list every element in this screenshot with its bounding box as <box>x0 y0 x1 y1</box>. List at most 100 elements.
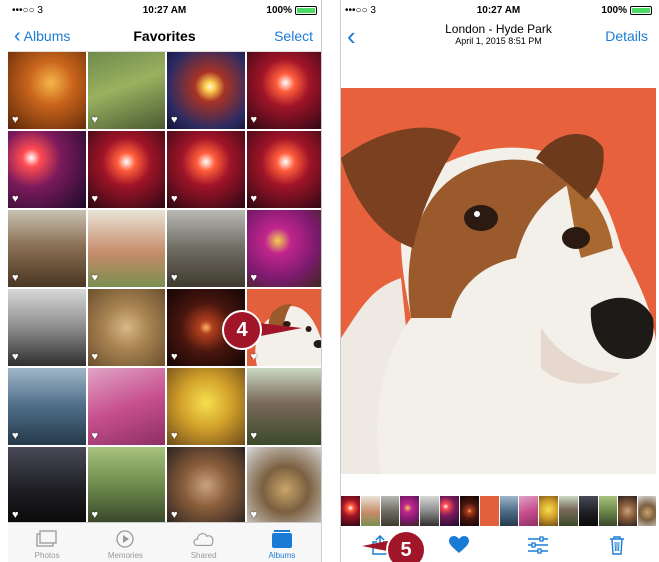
photo-thumbnail[interactable]: ♥ <box>87 289 165 366</box>
delete-button[interactable] <box>597 531 637 559</box>
tab-label: Photos <box>34 551 60 560</box>
back-label: Albums <box>23 27 71 44</box>
heart-icon <box>449 536 470 553</box>
heart-icon: ♥ <box>91 272 99 284</box>
dog-photo <box>341 88 656 474</box>
photo-grid: ♥ ♥ ♥ ♥ ♥ ♥ ♥ ♥ ♥ ♥ ♥ ♥ ♥ ♥ ♥ ♥ ♥ ♥ ♥ ♥ ♥ ♥ ♥ ♥ <box>8 52 321 524</box>
status-bar: •••○○ 3 10:27 AM 100% <box>341 0 656 20</box>
heart-icon: ♥ <box>171 509 178 521</box>
filmstrip-thumbnail[interactable] <box>519 496 539 526</box>
battery-percent: 100% <box>266 4 292 16</box>
tab-shared[interactable]: Shared <box>174 529 234 560</box>
tab-photos[interactable]: Photos <box>17 529 77 560</box>
photo-thumbnail[interactable]: ♥ <box>167 131 245 208</box>
filmstrip-thumbnail[interactable] <box>420 496 440 526</box>
heart-icon: ♥ <box>250 351 258 363</box>
nav-bar: ‹ Albums Favorites Select <box>8 20 321 52</box>
photo-thumbnail[interactable]: ♥ <box>246 447 321 524</box>
heart-icon: ♥ <box>250 193 258 205</box>
step-5-callout: 5 <box>386 530 426 562</box>
photo-thumbnail[interactable]: ♥ <box>246 52 321 129</box>
filmstrip-thumbnail[interactable] <box>459 496 479 526</box>
details-button[interactable]: Details <box>605 28 648 44</box>
heart-icon: ♥ <box>12 351 19 363</box>
heart-icon: ♥ <box>171 114 178 126</box>
photo-thumbnail[interactable]: ♥ <box>8 52 86 129</box>
status-bar: •••○○ 3 10:27 AM 100% <box>8 0 321 20</box>
photo-thumbnail[interactable]: ♥ <box>167 447 245 524</box>
photo-thumbnail[interactable]: ♥ <box>87 447 165 524</box>
photos-icon <box>35 529 59 549</box>
filmstrip-thumbnail[interactable] <box>479 496 499 526</box>
tab-albums[interactable]: Albums <box>252 529 312 560</box>
heart-icon: ♥ <box>171 272 178 284</box>
photo-thumbnail[interactable]: ♥ <box>246 131 321 208</box>
step-4-callout: 4 <box>222 310 262 350</box>
photo-thumbnail[interactable]: ♥ <box>8 210 86 287</box>
heart-icon: ♥ <box>91 509 99 521</box>
heart-icon: ♥ <box>91 351 99 363</box>
chevron-left-icon: ‹ <box>14 24 21 47</box>
photo-thumbnail[interactable]: ♥ <box>167 368 245 445</box>
filmstrip-thumbnail[interactable] <box>341 496 360 526</box>
heart-icon: ♥ <box>12 114 19 126</box>
adjust-icon <box>527 536 548 554</box>
photo-thumbnail[interactable]: ♥ <box>87 210 165 287</box>
heart-icon: ♥ <box>250 430 258 442</box>
filmstrip-thumbnail[interactable] <box>499 496 519 526</box>
albums-back-button[interactable]: ‹ Albums <box>8 26 70 46</box>
tab-label: Albums <box>268 551 296 560</box>
photo-thumbnail[interactable]: ♥ <box>87 52 165 129</box>
heart-icon: ♥ <box>91 430 99 442</box>
chevron-left-icon: ‹ <box>347 21 356 51</box>
albums-icon <box>270 529 294 549</box>
nav-bar: ‹ London - Hyde Park April 1, 2015 8:51 … <box>341 20 656 52</box>
tab-memories[interactable]: Memories <box>95 529 155 560</box>
memories-icon <box>113 529 137 549</box>
battery-icon <box>295 5 317 15</box>
battery-icon <box>630 5 652 15</box>
photo-thumbnail[interactable]: ♥ <box>167 52 245 129</box>
tab-label: Memories <box>107 551 143 560</box>
select-button[interactable]: Select <box>274 28 313 44</box>
carrier-signal: •••○○ 3 <box>12 4 43 16</box>
heart-icon: ♥ <box>171 193 178 205</box>
filmstrip-thumbnail[interactable] <box>598 496 618 526</box>
photo-thumbnail[interactable]: ♥ <box>246 210 321 287</box>
heart-icon: ♥ <box>171 351 178 363</box>
filmstrip-thumbnail[interactable] <box>558 496 578 526</box>
photo-thumbnail[interactable]: ♥ <box>8 131 86 208</box>
tab-label: Shared <box>190 551 217 560</box>
tab-bar: Photos Memories Shared Albums <box>8 522 321 562</box>
filmstrip-thumbnail[interactable] <box>360 496 380 526</box>
favorites-screen: •••○○ 3 10:27 AM 100% ‹ Albums Favorites… <box>8 0 322 562</box>
heart-icon: ♥ <box>12 272 19 284</box>
back-button[interactable]: ‹ <box>341 23 356 49</box>
filmstrip-thumbnail[interactable] <box>578 496 598 526</box>
photo-view[interactable] <box>341 88 656 474</box>
trash-icon <box>609 536 624 555</box>
edit-button[interactable] <box>518 531 558 559</box>
carrier-signal: •••○○ 3 <box>345 4 376 16</box>
heart-icon: ♥ <box>91 193 99 205</box>
filmstrip-thumbnail[interactable] <box>440 496 459 526</box>
photo-thumbnail[interactable]: ♥ <box>246 368 321 445</box>
filmstrip-thumbnail[interactable] <box>380 496 400 526</box>
photo-thumbnail[interactable]: ♥ <box>8 289 86 366</box>
photo-thumbnail[interactable]: ♥ <box>8 368 86 445</box>
photo-thumbnail[interactable]: ♥ <box>167 210 245 287</box>
filmstrip-thumbnail[interactable] <box>539 496 558 526</box>
heart-icon: ♥ <box>12 430 19 442</box>
heart-icon: ♥ <box>171 430 178 442</box>
cloud-icon <box>192 529 216 549</box>
heart-icon: ♥ <box>12 509 19 521</box>
favorite-button[interactable] <box>439 531 479 559</box>
thumbnail-strip[interactable] <box>341 496 656 526</box>
photo-thumbnail[interactable]: ♥ <box>87 368 165 445</box>
photo-thumbnail[interactable]: ♥ <box>8 447 86 524</box>
heart-icon: ♥ <box>12 193 19 205</box>
filmstrip-thumbnail[interactable] <box>638 496 656 526</box>
filmstrip-thumbnail[interactable] <box>400 496 420 526</box>
photo-thumbnail[interactable]: ♥ <box>87 131 165 208</box>
filmstrip-thumbnail[interactable] <box>618 496 638 526</box>
